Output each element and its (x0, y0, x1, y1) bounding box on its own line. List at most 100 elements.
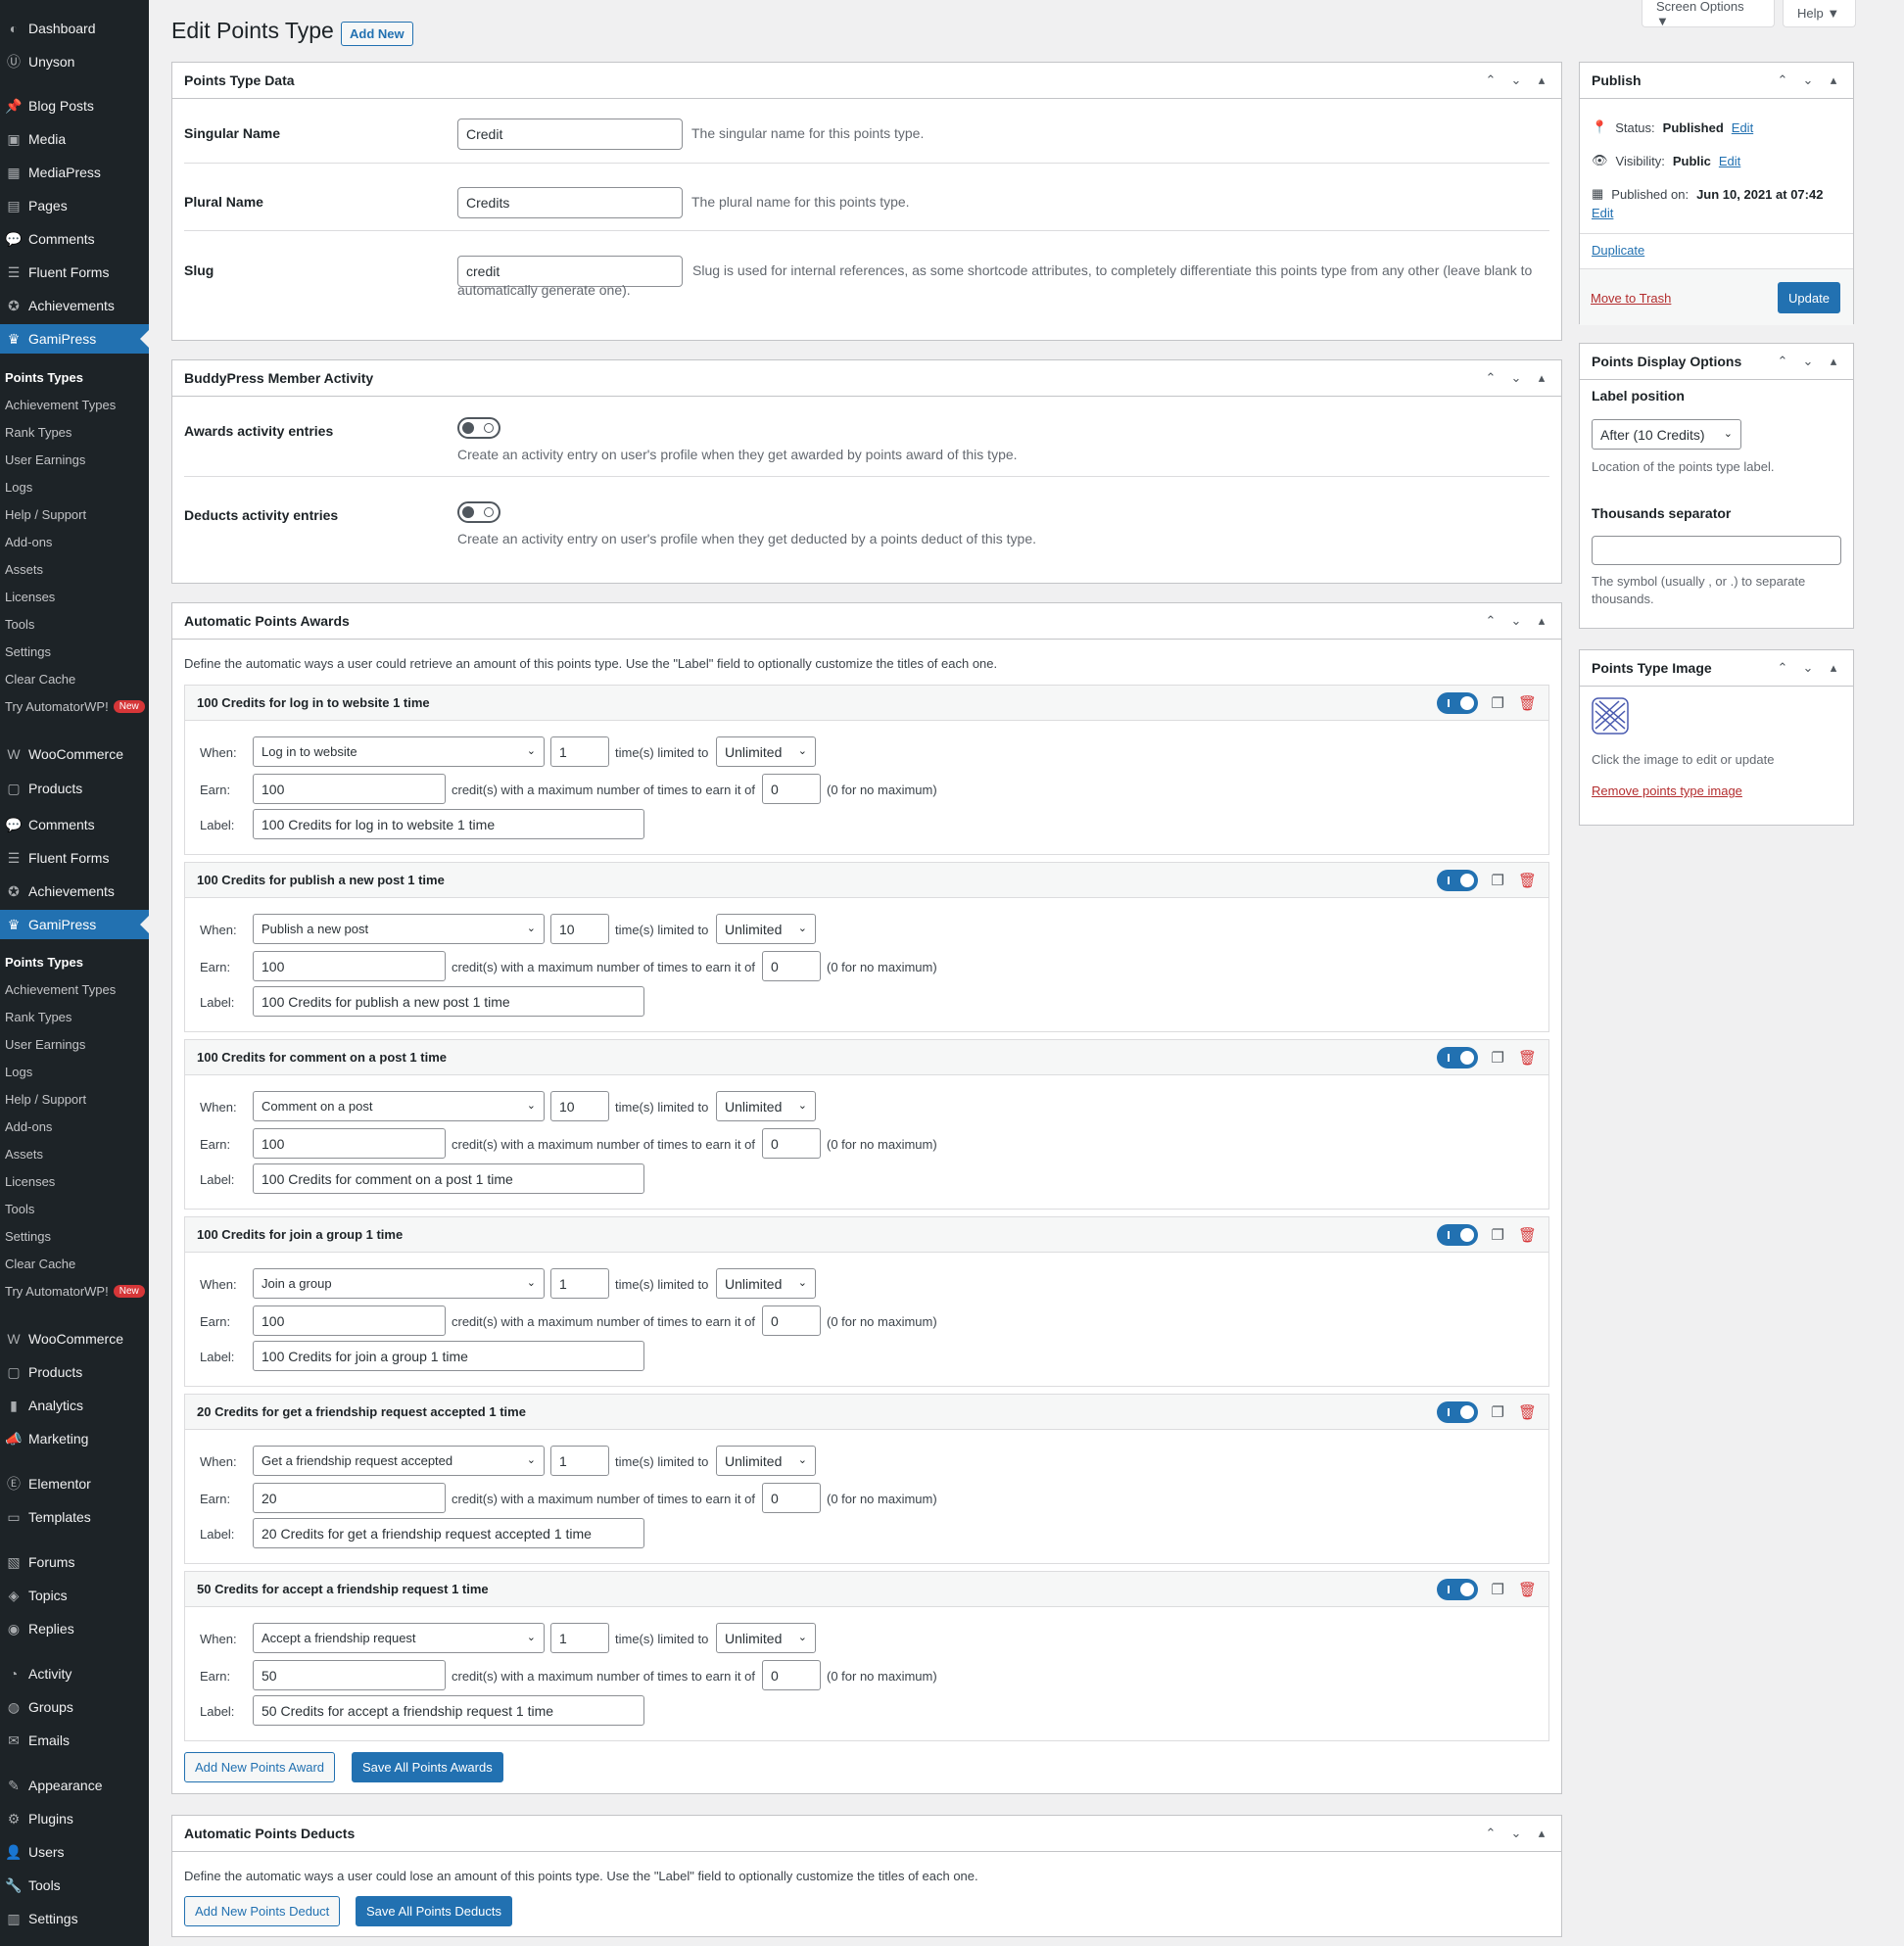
toggle-panel-icon[interactable]: ▴ (1826, 354, 1841, 369)
sidebar-item-unyson[interactable]: Ⓤ Unyson (0, 47, 149, 76)
sidebar-item-fluent-forms[interactable]: ☰ Fluent Forms (0, 843, 149, 873)
toggle-panel-icon[interactable]: ▴ (1534, 72, 1549, 88)
limit-select[interactable]: Unlimited ⌄ (716, 1091, 816, 1121)
sidebar-subitem-tools[interactable]: Tools (0, 611, 149, 637)
toggle-panel-icon[interactable]: ▴ (1826, 660, 1841, 676)
award-header[interactable]: 100 Credits for publish a new post 1 tim… (185, 863, 1548, 898)
sidebar-item-plugins[interactable]: ⚙ Plugins (0, 1804, 149, 1833)
move-down-icon[interactable]: ⌄ (1508, 72, 1524, 88)
earn-input[interactable]: 100 (253, 1128, 446, 1159)
earn-input[interactable]: 100 (253, 774, 446, 804)
max-times-input[interactable]: 0 (762, 951, 821, 981)
trash-icon[interactable]: 🗑 (1518, 1226, 1537, 1244)
sidebar-item-appearance[interactable]: ✎ Appearance (0, 1771, 149, 1800)
sidebar-subitem-licenses[interactable]: Licenses (0, 584, 149, 609)
sidebar-item-dashboard[interactable]: ◐ Dashboard (0, 14, 149, 43)
move-up-icon[interactable]: ⌃ (1483, 72, 1499, 88)
times-input[interactable]: 10 (550, 1091, 609, 1121)
times-input[interactable]: 1 (550, 1446, 609, 1476)
sidebar-subitem-add-ons[interactable]: Add-ons (0, 1114, 149, 1139)
sidebar-item-mediapress[interactable]: ▦ MediaPress (0, 158, 149, 187)
sidebar-subitem-add-ons[interactable]: Add-ons (0, 529, 149, 554)
sidebar-item-elementor[interactable]: Ⓔ Elementor (0, 1469, 149, 1498)
sidebar-item-achievements[interactable]: ✪ Achievements (0, 291, 149, 320)
sidebar-item-tools[interactable]: 🔧 Tools (0, 1871, 149, 1900)
sidebar-subitem-points-types[interactable]: Points Types (0, 364, 149, 390)
toggle-panel-icon[interactable]: ▴ (1534, 370, 1549, 386)
add-new-points-deduct-button[interactable]: Add New Points Deduct (184, 1896, 341, 1926)
sidebar-subitem-settings[interactable]: Settings (0, 1223, 149, 1249)
sidebar-subitem-logs[interactable]: Logs (0, 1059, 149, 1084)
add-new-button[interactable]: Add New (341, 22, 413, 46)
sidebar-item-templates[interactable]: ▭ Templates (0, 1502, 149, 1532)
limit-select[interactable]: Unlimited ⌄ (716, 1623, 816, 1653)
edit-status-link[interactable]: Edit (1732, 120, 1753, 135)
sidebar-item-fluent-forms[interactable]: ☰ Fluent Forms (0, 258, 149, 287)
move-down-icon[interactable]: ⌄ (1800, 72, 1816, 88)
sidebar-item-blog-posts[interactable]: 📌 Blog Posts (0, 91, 149, 120)
toggle-panel-icon[interactable]: ▴ (1534, 613, 1549, 629)
sidebar-subitem-settings[interactable]: Settings (0, 639, 149, 664)
earn-input[interactable]: 50 (253, 1660, 446, 1690)
award-enabled-toggle[interactable] (1436, 1046, 1478, 1068)
earn-input[interactable]: 20 (253, 1483, 446, 1513)
add-new-points-award-button[interactable]: Add New Points Award (184, 1752, 335, 1782)
trash-icon[interactable]: 🗑 (1518, 1049, 1537, 1067)
singular-name-input[interactable]: Credit (457, 119, 683, 150)
sidebar-item-analytics[interactable]: ▮ Analytics (0, 1391, 149, 1420)
sidebar-item-replies[interactable]: ◉ Replies (0, 1614, 149, 1643)
sidebar-subitem-try-automatorwp-[interactable]: Try AutomatorWP! New (0, 693, 149, 719)
plural-name-input[interactable]: Credits (457, 187, 683, 218)
duplicate-icon[interactable]: ❐ (1492, 872, 1504, 889)
sidebar-subitem-rank-types[interactable]: Rank Types (0, 1004, 149, 1029)
move-down-icon[interactable]: ⌄ (1508, 1826, 1524, 1841)
duplicate-link[interactable]: Duplicate (1592, 243, 1644, 258)
max-times-input[interactable]: 0 (762, 1305, 821, 1336)
earn-input[interactable]: 100 (253, 1305, 446, 1336)
sidebar-item-topics[interactable]: ◈ Topics (0, 1581, 149, 1610)
when-select[interactable]: Accept a friendship request ⌄ (253, 1623, 545, 1653)
award-label-input[interactable]: 100 Credits for comment on a post 1 time (253, 1163, 644, 1194)
sidebar-item-pages[interactable]: ▤ Pages (0, 191, 149, 220)
sidebar-item-woocommerce[interactable]: W WooCommerce (0, 1324, 149, 1353)
limit-select[interactable]: Unlimited ⌄ (716, 914, 816, 944)
award-enabled-toggle[interactable] (1436, 1578, 1478, 1600)
edit-published-date-link[interactable]: Edit (1592, 206, 1613, 220)
limit-select[interactable]: Unlimited ⌄ (716, 1446, 816, 1476)
sidebar-item-products[interactable]: ▢ Products (0, 774, 149, 803)
move-down-icon[interactable]: ⌄ (1508, 370, 1524, 386)
edit-visibility-link[interactable]: Edit (1719, 154, 1740, 168)
duplicate-icon[interactable]: ❐ (1492, 1581, 1504, 1598)
toggle-panel-icon[interactable]: ▴ (1534, 1826, 1549, 1841)
duplicate-icon[interactable]: ❐ (1492, 1403, 1504, 1421)
sidebar-item-settings[interactable]: ▥ Settings (0, 1904, 149, 1933)
max-times-input[interactable]: 0 (762, 1128, 821, 1159)
points-type-image[interactable] (1592, 697, 1629, 735)
sidebar-subitem-help-support[interactable]: Help / Support (0, 501, 149, 527)
limit-select[interactable]: Unlimited ⌄ (716, 736, 816, 767)
screen-options-button[interactable]: Screen Options ▼ (1642, 0, 1775, 28)
award-enabled-toggle[interactable] (1436, 869, 1478, 891)
sidebar-item-gamipress[interactable]: ♛ GamiPress (0, 324, 149, 354)
when-select[interactable]: Join a group ⌄ (253, 1268, 545, 1299)
sidebar-subitem-logs[interactable]: Logs (0, 474, 149, 499)
trash-icon[interactable]: 🗑 (1518, 694, 1537, 712)
max-times-input[interactable]: 0 (762, 1483, 821, 1513)
move-up-icon[interactable]: ⌃ (1483, 1826, 1499, 1841)
move-up-icon[interactable]: ⌃ (1483, 370, 1499, 386)
thousands-separator-input[interactable] (1592, 536, 1841, 565)
award-label-input[interactable]: 50 Credits for accept a friendship reque… (253, 1695, 644, 1726)
trash-icon[interactable]: 🗑 (1518, 1403, 1537, 1421)
move-up-icon[interactable]: ⌃ (1775, 354, 1790, 369)
sidebar-subitem-help-support[interactable]: Help / Support (0, 1086, 149, 1112)
sidebar-item-products[interactable]: ▢ Products (0, 1357, 149, 1387)
sidebar-subitem-clear-cache[interactable]: Clear Cache (0, 666, 149, 691)
sidebar-subitem-points-types[interactable]: Points Types (0, 949, 149, 974)
award-label-input[interactable]: 100 Credits for join a group 1 time (253, 1341, 644, 1371)
label-position-select[interactable]: After (10 Credits) ⌄ (1592, 419, 1741, 450)
sidebar-item-groups[interactable]: ◍ Groups (0, 1692, 149, 1722)
award-label-input[interactable]: 20 Credits for get a friendship request … (253, 1518, 644, 1548)
remove-image-link[interactable]: Remove points type image (1592, 783, 1742, 798)
times-input[interactable]: 10 (550, 914, 609, 944)
sidebar-subitem-assets[interactable]: Assets (0, 556, 149, 582)
